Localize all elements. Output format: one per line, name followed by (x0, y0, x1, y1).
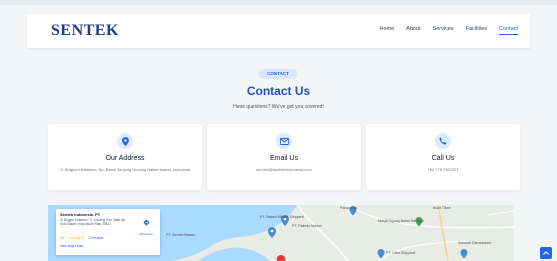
place-name: Sentek Indonesia. PT (60, 212, 101, 217)
email-title: Email Us (269, 155, 298, 162)
logo[interactable]: SENTEK (51, 22, 119, 40)
place-address: Jl. Brigjen Katamso, Tj. Uncang, Kec. Ba… (60, 218, 126, 226)
nav-facilities[interactable]: Facilities (466, 26, 487, 35)
map-label: Masjid Agung Baitul Rahman (378, 219, 425, 223)
address-title: Our Address (105, 155, 145, 162)
location-pin-icon (117, 133, 133, 149)
map-label: Sekolah Darussalam (458, 241, 492, 245)
directions-button[interactable]: Directions (136, 213, 156, 236)
top-strip (0, 0, 557, 5)
envelope-icon (276, 133, 292, 149)
main-nav: Home About Services Facilities Contact (379, 26, 518, 35)
nav-services[interactable]: Services (433, 26, 454, 35)
place-rating: 4.6 (60, 236, 65, 240)
reviews-link[interactable]: 13 reviews (88, 236, 103, 240)
phone-title: Call Us (431, 155, 455, 162)
map-label: PT. Citra Shipyard (386, 251, 415, 255)
map-label: Bukit Tiban (433, 206, 451, 210)
nav-about[interactable]: About (406, 26, 420, 35)
map-place-card: Sentek Indonesia. PT Jl. Brigjen Katamso… (56, 209, 160, 255)
nav-contact[interactable]: Contact (499, 26, 518, 35)
phone-icon (435, 133, 451, 149)
page-subtitle: Have questions? We've got you covered! (233, 104, 324, 110)
rating-stars: ★★★★★ (69, 236, 85, 240)
directions-label: Directions (139, 232, 153, 236)
address-text: Jl. Brigjend Katamso, Kp. Baruk Tanjung … (59, 167, 191, 172)
nav-home[interactable]: Home (379, 26, 394, 35)
map-label: Panorama (340, 206, 357, 210)
address-card: Our Address Jl. Brigjend Katamso, Kp. Ba… (48, 124, 202, 190)
map-label: PT. Sentek Batam (166, 233, 195, 237)
map-label: PT. Palindo Marine (292, 224, 323, 228)
view-larger-map-link[interactable]: View larger map (60, 244, 83, 248)
chevron-up-icon (543, 251, 549, 255)
map-label: PT. Batam Marine Shipyard (260, 215, 304, 219)
directions-icon (142, 219, 150, 226)
back-to-top-button[interactable] (540, 247, 552, 259)
phone-text[interactable]: +62 778 7367001 (376, 167, 510, 173)
page-title: Contact Us (246, 84, 311, 98)
email-card: Email Us service@sentek-indonesia.com (207, 124, 361, 190)
phone-card: Call Us +62 778 7367001 (366, 124, 520, 190)
navbar: SENTEK Home About Services Facilities Co… (27, 14, 530, 48)
section-badge: CONTACT (258, 69, 298, 79)
email-text[interactable]: service@sentek-indonesia.com (217, 167, 351, 173)
